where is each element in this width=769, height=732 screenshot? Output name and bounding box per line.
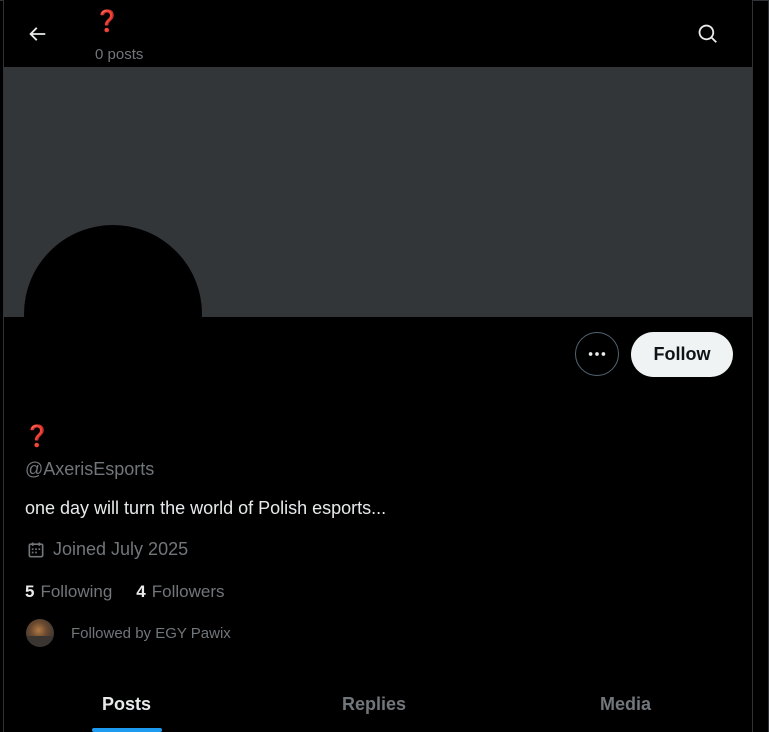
calendar-icon (26, 540, 46, 560)
search-button[interactable] (690, 16, 726, 52)
follower-avatar (26, 619, 54, 647)
display-name: ❓ (24, 425, 51, 448)
back-button[interactable] (19, 16, 55, 52)
tab-media[interactable]: Media (499, 676, 752, 732)
followed-by-text: Followed by EGY Pawix (71, 624, 231, 642)
followers-label: Followers (151, 582, 225, 601)
tab-media-label: Media (599, 693, 651, 714)
more-options-button[interactable] (575, 332, 619, 376)
active-tab-indicator (91, 728, 162, 732)
profile-page: ❓ 0 posts Follow ❓ @AxerisEsports one da… (0, 0, 769, 732)
following-link[interactable]: 5 Following (25, 582, 112, 602)
arrow-left-icon (29, 27, 46, 41)
follow-stats: 5 Following 4 Followers (25, 582, 249, 602)
tab-posts-label: Posts (101, 693, 152, 714)
tab-replies-label: Replies (341, 693, 407, 714)
joined-date: Joined July 2025 (26, 539, 188, 560)
followers-link[interactable]: 4 Followers (136, 582, 224, 602)
more-horizontal-icon (588, 352, 606, 356)
profile-tabs: Posts Replies Media (4, 676, 752, 732)
tab-replies[interactable]: Replies (249, 676, 499, 732)
follow-button[interactable]: Follow (631, 332, 733, 377)
joined-text: Joined July 2025 (53, 539, 189, 559)
following-label: Following (40, 582, 113, 601)
profile-column: ❓ 0 posts Follow ❓ @AxerisEsports one da… (3, 0, 753, 732)
post-count: 0 posts (95, 46, 144, 63)
profile-avatar[interactable] (24, 225, 202, 403)
search-icon (698, 24, 717, 43)
followers-count: 4 (136, 582, 146, 601)
tab-posts[interactable]: Posts (4, 676, 249, 732)
profile-bio: one day will turn the world of Polish es… (25, 498, 387, 518)
header-title: ❓ (94, 10, 121, 33)
profile-header: ❓ 0 posts (4, 0, 752, 67)
followed-by[interactable]: Followed by EGY Pawix (26, 619, 231, 647)
profile-handle: @AxerisEsports (25, 459, 155, 479)
following-count: 5 (25, 582, 35, 601)
